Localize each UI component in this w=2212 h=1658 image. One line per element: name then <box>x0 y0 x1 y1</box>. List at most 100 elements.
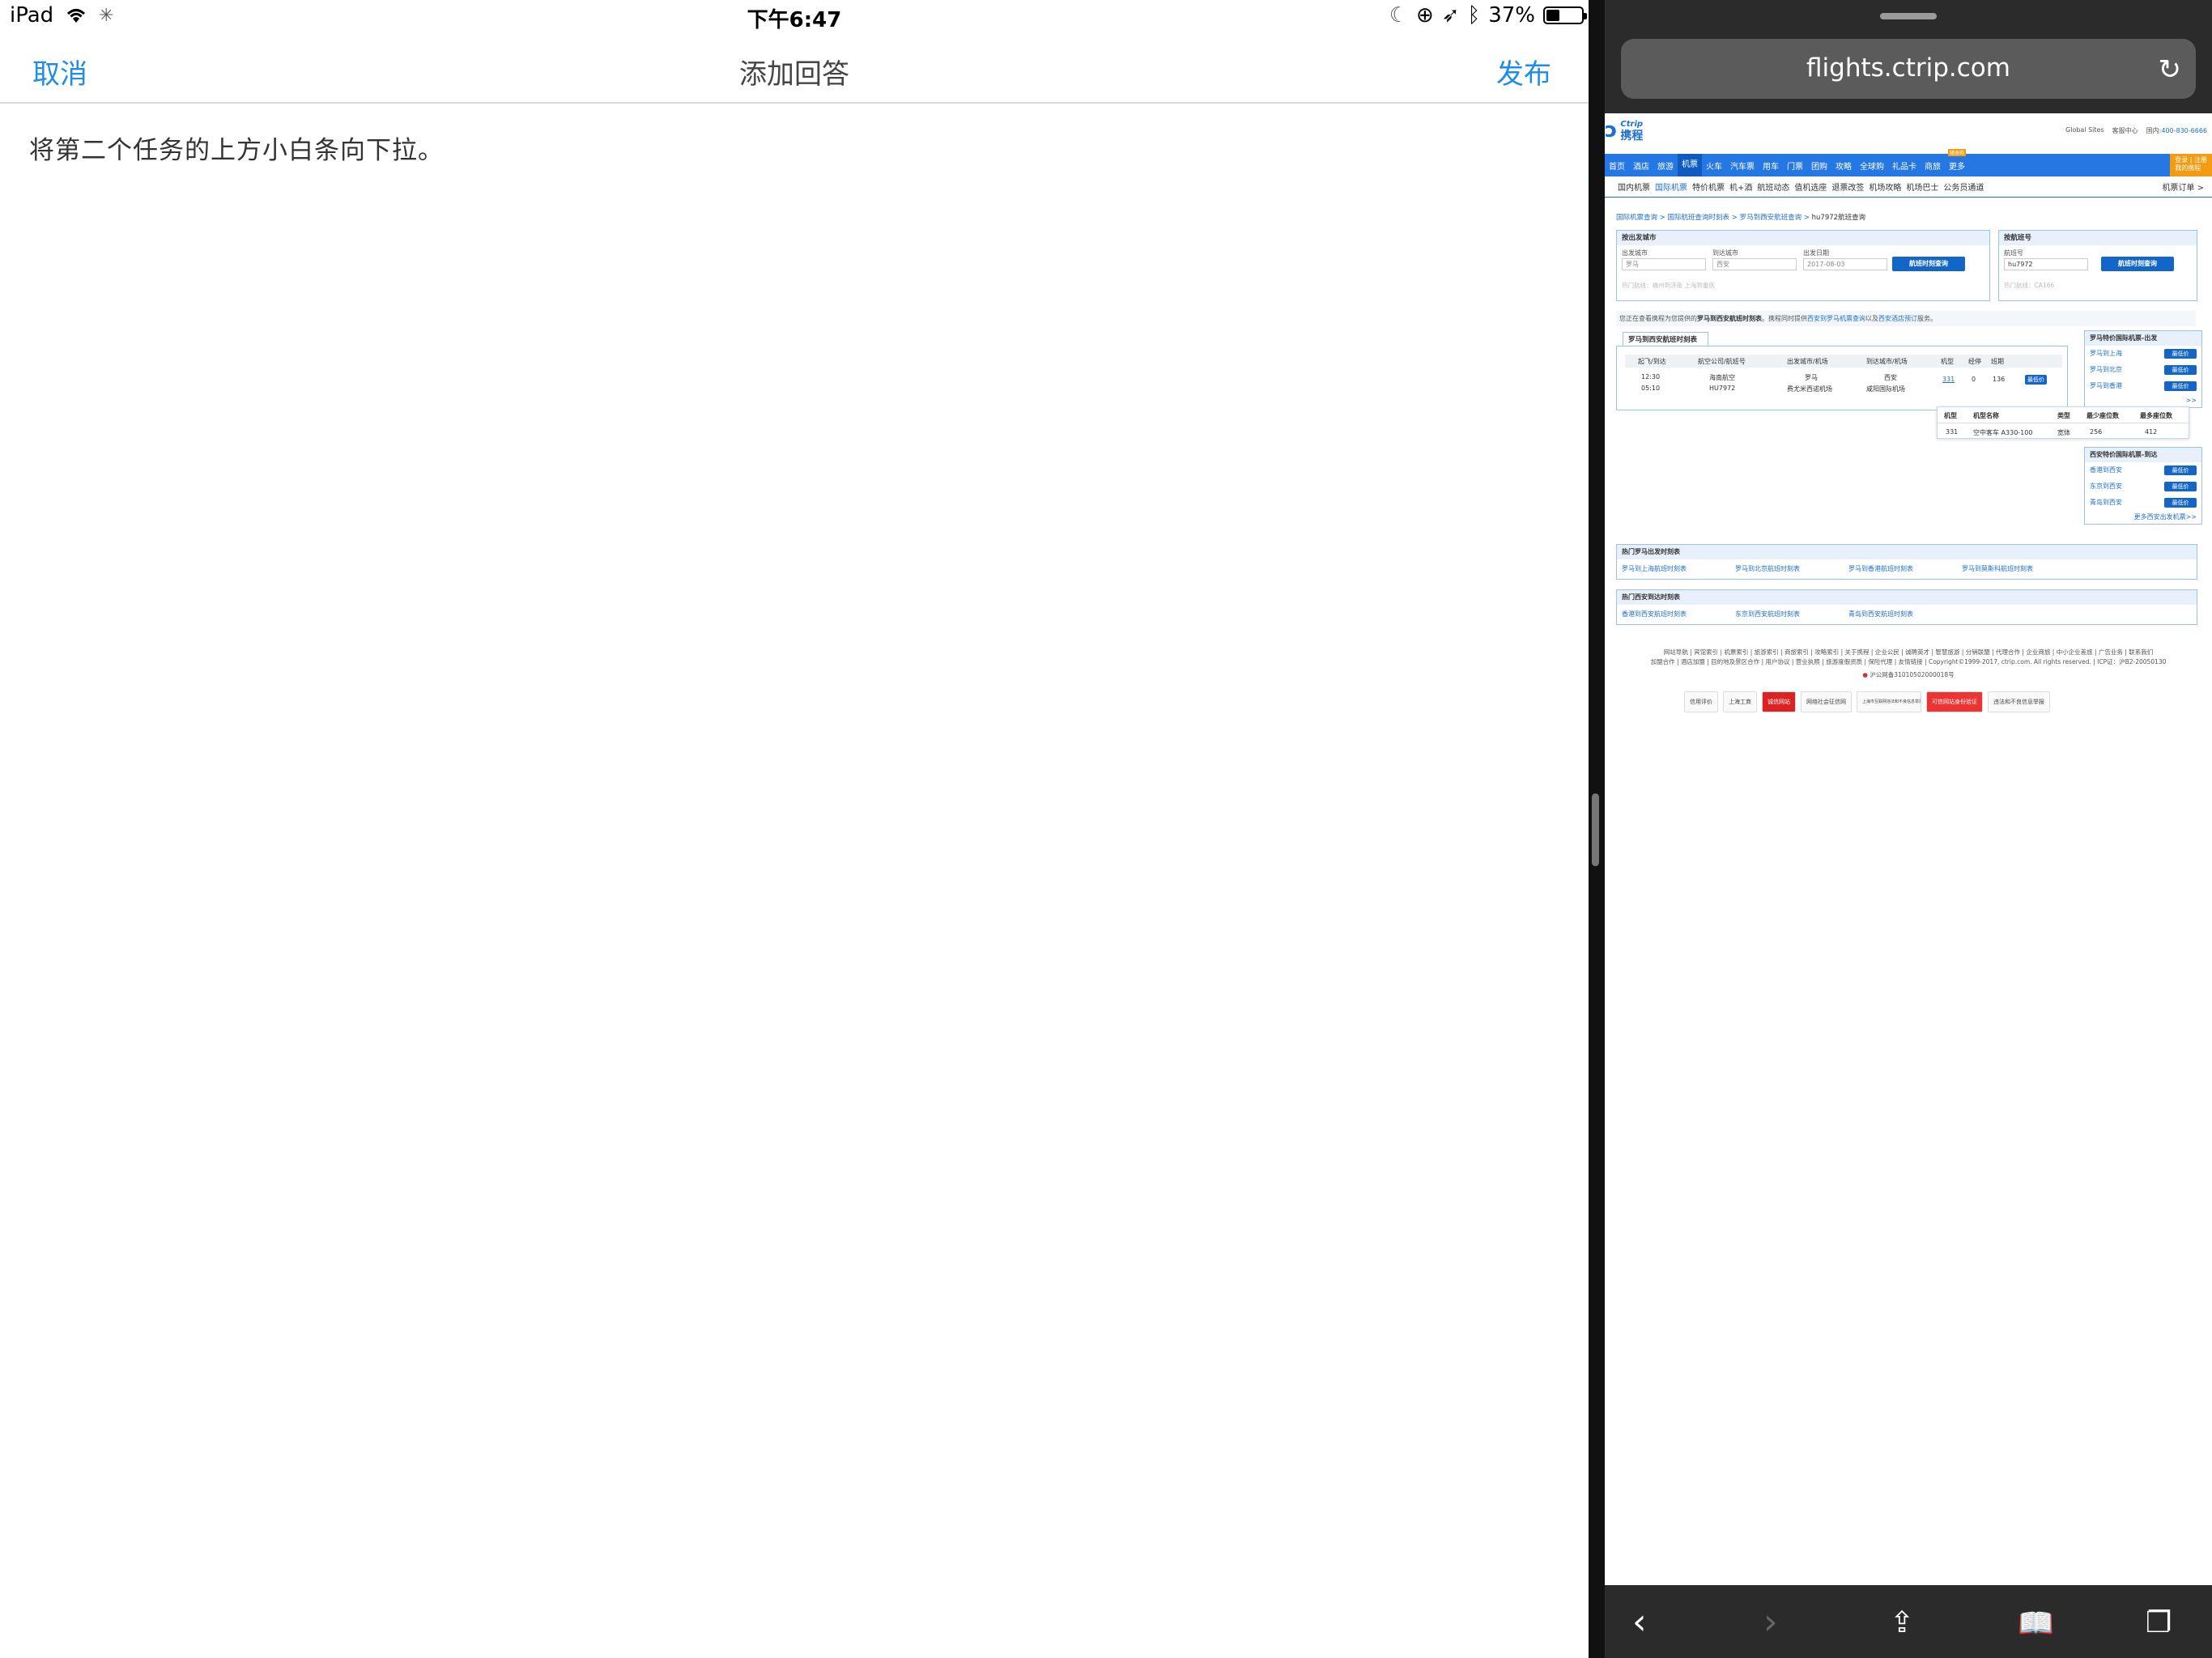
route-link[interactable]: 东京到西安 <box>2090 483 2122 490</box>
url-text[interactable]: flights.ctrip.com <box>1621 53 2196 83</box>
bookmarks-icon[interactable]: 📖 <box>2018 1606 2054 1640</box>
tabs-icon[interactable]: ❐ <box>2146 1606 2172 1639</box>
forward-icon[interactable]: › <box>1763 1601 1778 1643</box>
subnav-checkin[interactable]: 值机选座 <box>1794 181 1831 193</box>
route-link[interactable]: 罗马到香港 <box>2090 382 2122 389</box>
nav-home[interactable]: 首页 <box>1605 159 1629 172</box>
phone-number[interactable]: 400-830-6666 <box>2161 127 2207 134</box>
subnav-domestic[interactable]: 国内机票 <box>1618 181 1655 193</box>
login-area[interactable]: 登录 | 注册 我的携程 <box>2170 154 2212 176</box>
lowest-price-button[interactable]: 最低价 <box>2164 498 2197 508</box>
route-link[interactable]: 香港到西安 <box>2090 466 2122 474</box>
trust-badge[interactable]: 网络社会征信网 <box>1801 691 1852 712</box>
hot-link[interactable]: 香港到西安航班时刻表 <box>1622 610 1687 619</box>
my-ctrip-link[interactable]: 我的携程 <box>2175 164 2201 172</box>
nav-guide[interactable]: 攻略 <box>1831 159 1856 172</box>
from-city-input[interactable]: 罗马 <box>1622 258 1706 270</box>
nav-hotel[interactable]: 酒店 <box>1629 159 1653 172</box>
lowest-price-button[interactable]: 最低价 <box>2164 381 2197 391</box>
trust-badge[interactable]: 可信网站身份验证 <box>1926 691 1983 712</box>
list-item[interactable]: 香港到西安 最低价 <box>2085 462 2201 478</box>
subnav-flight-hotel[interactable]: 机+酒 <box>1729 181 1757 193</box>
list-item[interactable]: 青岛到西安 最低价 <box>2085 495 2201 511</box>
list-item[interactable]: 罗马到北京 最低价 <box>2085 362 2201 378</box>
subnav-international[interactable]: 国际机票 <box>1655 181 1692 193</box>
route-link[interactable]: 罗马到上海 <box>2090 350 2122 357</box>
publish-button[interactable]: 发布 <box>1496 52 1551 91</box>
hot-link[interactable]: 青岛到西安航班时刻表 <box>1848 610 1913 619</box>
list-item[interactable]: 东京到西安 最低价 <box>2085 478 2201 495</box>
schedule-tab[interactable]: 罗马到西安航班时刻表 <box>1623 332 1708 346</box>
nav-flights[interactable]: 机票 <box>1678 154 1702 176</box>
nav-bus[interactable]: 汽车票 <box>1726 159 1759 172</box>
crumb-3[interactable]: 罗马到西安航班查询 <box>1740 214 1802 222</box>
notice-link-hotel[interactable]: 西安酒店预订 <box>1878 315 1917 322</box>
global-sites-link[interactable]: Global Sites <box>2065 126 2104 135</box>
nav-car[interactable]: 用车 <box>1759 159 1783 172</box>
hot-link[interactable]: 罗马到北京航班时刻表 <box>1735 564 1800 573</box>
crumb-2[interactable]: 国际航班查询时刻表 <box>1668 214 1730 222</box>
answer-textarea[interactable]: 将第二个任务的上方小白条向下拉。 <box>29 130 444 166</box>
flight-number-box: 按航班号 航班号 hu7972 航班时刻查询 热门航线：CA166 <box>1998 230 2197 301</box>
list-item[interactable]: 罗马到香港 最低价 <box>2085 378 2201 394</box>
side-to-more[interactable]: 更多西安出发机票>> <box>2085 511 2201 524</box>
lowest-price-button[interactable]: 最低价 <box>2164 466 2197 475</box>
subnav-airport-guide[interactable]: 机场攻略 <box>1869 181 1906 193</box>
footer-links: 网站导航 | 宾馆索引 | 机票索引 | 旅游索引 | 商旅索引 | 攻略索引 … <box>1613 648 2204 680</box>
info-notice: 您正在查看携程为您提供的罗马到西安航班时刻表。携程同时提供西安到罗马机票查询以及… <box>1616 311 2196 326</box>
nav-group[interactable]: 团购 <box>1807 159 1831 172</box>
city-search-button[interactable]: 航班时刻查询 <box>1892 257 1965 271</box>
tooltip-max-seats: 412 <box>2145 428 2158 436</box>
route-link[interactable]: 罗马到北京 <box>2090 366 2122 373</box>
hot-link[interactable]: 罗马到上海航班时刻表 <box>1622 564 1687 573</box>
split-view-handle[interactable] <box>1592 793 1599 866</box>
list-item[interactable]: 罗马到上海 最低价 <box>2085 346 2201 362</box>
flight-number-search-button[interactable]: 航班时刻查询 <box>2101 257 2174 271</box>
service-link[interactable]: 客服中心 <box>2112 126 2138 135</box>
web-content: ↄ Ctrip 携程 Global Sites 客服中心 国内:400-830-… <box>1605 113 2212 1585</box>
nav-travel[interactable]: 旅游 <box>1653 159 1678 172</box>
notice-link-flights[interactable]: 西安到罗马机票查询 <box>1807 315 1865 322</box>
flight-number-input[interactable]: hu7972 <box>2004 258 2088 270</box>
share-icon[interactable]: ⇪ <box>1890 1606 1914 1639</box>
ctrip-logo[interactable]: ↄ Ctrip 携程 <box>1605 118 1643 142</box>
lowest-price-button[interactable]: 最低价 <box>2164 365 2197 375</box>
col-aircraft: 机型 <box>1941 358 1954 365</box>
nav-more[interactable]: 更多 <box>1945 159 1969 172</box>
subnav-status[interactable]: 航班动态 <box>1757 181 1794 193</box>
footer-line-1[interactable]: 网站导航 | 宾馆索引 | 机票索引 | 旅游索引 | 商旅索引 | 攻略索引 … <box>1613 648 2204 657</box>
subnav-refund[interactable]: 退票改签 <box>1831 181 1869 193</box>
hot-link[interactable]: 罗马到莫斯科航班时刻表 <box>1962 564 2033 573</box>
lowest-price-button[interactable]: 最低价 <box>2164 482 2197 491</box>
to-city-input[interactable]: 西安 <box>1712 258 1797 270</box>
subnav-airport-bus[interactable]: 机场巴士 <box>1906 181 1943 193</box>
footer-line-2[interactable]: 加盟合作 | 酒店加盟 | 目的地及景区合作 | 用户协议 | 营业执照 | 旅… <box>1613 657 2204 667</box>
hot-link[interactable]: 罗马到香港航班时刻表 <box>1848 564 1913 573</box>
nav-business[interactable]: 商旅 <box>1921 159 1945 172</box>
nav-train[interactable]: 火车 <box>1702 159 1726 172</box>
subnav-official[interactable]: 公务员通道 <box>1943 181 1989 193</box>
tooltip-col-name: 机型名称 <box>1973 412 1999 419</box>
trust-badge[interactable]: 上海市互联网违法和不良信息举报中心 <box>1857 691 1921 712</box>
subnav-special[interactable]: 特价机票 <box>1692 181 1729 193</box>
date-input[interactable]: 2017-08-03 <box>1803 258 1887 270</box>
route-link[interactable]: 青岛到西安 <box>2090 499 2122 506</box>
side-from-more[interactable]: >> <box>2085 394 2201 407</box>
crumb-1[interactable]: 国际机票查询 <box>1616 214 1657 222</box>
flight-number: HU7972 <box>1709 385 1736 392</box>
window-grabber[interactable] <box>1880 13 1937 19</box>
reload-icon[interactable]: ↻ <box>2159 53 2182 86</box>
lowest-price-button[interactable]: 最低价 <box>2164 349 2197 359</box>
nav-tickets[interactable]: 门票 <box>1783 159 1807 172</box>
hot-link[interactable]: 东京到西安航班时刻表 <box>1735 610 1800 619</box>
nav-giftcard[interactable]: 礼品卡 <box>1888 159 1921 172</box>
address-bar[interactable]: flights.ctrip.com ↻ <box>1621 39 2196 99</box>
trust-badge[interactable]: 诚信网站 <box>1762 691 1796 712</box>
flight-orders-link[interactable]: 机票订单 > <box>2162 181 2212 193</box>
nav-shopping[interactable]: 全球购 <box>1856 159 1888 172</box>
trust-badge[interactable]: 信用评价 <box>1684 691 1718 712</box>
back-icon[interactable]: ‹ <box>1632 1601 1647 1643</box>
trust-badge[interactable]: 违法和不良信息举报 <box>1988 691 2050 712</box>
trust-badge[interactable]: 上海工商 <box>1723 691 1757 712</box>
login-link[interactable]: 登录 | 注册 <box>2175 156 2207 164</box>
